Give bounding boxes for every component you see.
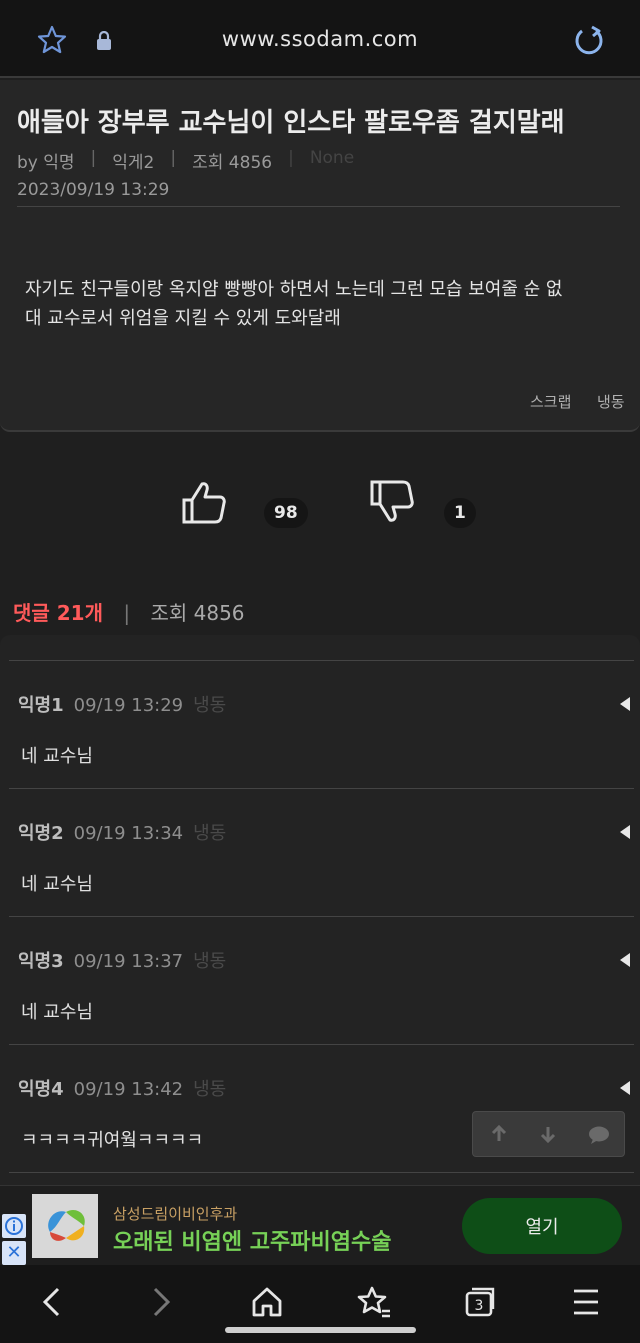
chevron-left-icon[interactable] xyxy=(620,825,630,839)
post-article: 애들아 장부루 교수님이 인스타 팔로우좀 걸지말래 by 익명 | 익게2 |… xyxy=(0,80,640,432)
post-body-line: 자기도 친구들이랑 옥지얌 빵빵아 하면서 노는데 그런 모습 보여줄 순 없 xyxy=(25,279,563,300)
comment-text: ㅋㅋㅋㅋ귀여웤ㅋㅋㅋㅋ xyxy=(21,1130,204,1151)
post-date: 2023/09/19 13:29 xyxy=(17,180,170,200)
comment-list: 익명1 09/19 13:29 냉동 네 교수님 익명2 09/19 13:34 냉동 … xyxy=(0,635,640,1185)
ad-close-icon[interactable]: ✕ xyxy=(2,1241,26,1265)
ad-headline[interactable]: 오래된 비염엔 고주파비염수술 xyxy=(113,1224,391,1256)
comment-header: 익명2 09/19 13:34 냉동 xyxy=(18,819,226,845)
post-meta: by 익명 | 익게2 | 조회 4856 | None xyxy=(17,148,354,173)
comment-nick: 익명1 xyxy=(18,695,64,716)
post-views: 조회 4856 xyxy=(192,153,273,173)
url-bar[interactable]: www.ssodam.com xyxy=(0,27,640,51)
post-body-line: 대 교수로서 위엄을 지킬 수 있게 도와달래 xyxy=(25,308,341,329)
ad-sponsor: 삼성드림이비인후과 xyxy=(113,1205,238,1223)
comment-header: 익명4 09/19 13:42 냉동 xyxy=(18,1075,226,1101)
gesture-bar[interactable] xyxy=(225,1327,416,1333)
meta-separator: | xyxy=(288,148,294,168)
reload-icon[interactable] xyxy=(572,24,606,62)
bookmarks-icon[interactable] xyxy=(356,1285,392,1323)
freeze-button[interactable]: 냉동 xyxy=(597,391,625,412)
menu-icon[interactable] xyxy=(572,1285,600,1323)
arrow-down-icon[interactable] xyxy=(538,1124,558,1148)
chevron-left-icon[interactable] xyxy=(620,953,630,967)
divider xyxy=(9,660,634,661)
tabs-icon[interactable]: 3 xyxy=(463,1285,497,1323)
comments-header: 댓글 21개 | 조회 4856 xyxy=(13,597,245,626)
divider xyxy=(9,788,634,789)
comment-time: 09/19 13:34 xyxy=(73,823,184,844)
ad-banner[interactable]: ✕ 삼성드림이비인후과 오래된 비염엔 고주파비염수술 열기 xyxy=(0,1185,640,1265)
ad-info-icon[interactable] xyxy=(2,1214,26,1238)
divider xyxy=(9,1044,634,1045)
meta-separator: | xyxy=(170,148,177,168)
comment-count: 댓글 21개 xyxy=(13,601,103,625)
comment-text: 네 교수님 xyxy=(21,1002,93,1023)
like-count: 98 xyxy=(264,498,308,528)
post-extra: None xyxy=(309,148,355,168)
comment-time: 09/19 13:37 xyxy=(73,951,184,972)
comment-header: 익명1 09/19 13:29 냉동 xyxy=(18,691,226,717)
comment-text: 네 교수님 xyxy=(21,746,93,767)
home-icon[interactable] xyxy=(250,1285,284,1323)
comment-freeze[interactable]: 냉동 xyxy=(193,695,226,716)
divider xyxy=(9,916,634,917)
comment-nick: 익명3 xyxy=(18,951,64,972)
thumbs-up-icon[interactable] xyxy=(180,478,228,530)
meta-separator: | xyxy=(90,148,97,168)
forward-icon[interactable] xyxy=(147,1285,175,1323)
post-body: 자기도 친구들이랑 옥지얌 빵빵아 하면서 노는데 그런 모습 보여줄 순 없 … xyxy=(25,275,620,333)
post-title: 애들아 장부루 교수님이 인스타 팔로우좀 걸지말래 xyxy=(17,108,565,138)
comment-time: 09/19 13:42 xyxy=(73,1079,184,1100)
post-author[interactable]: by 익명 xyxy=(17,148,75,173)
scroll-nav-box xyxy=(472,1111,625,1157)
divider xyxy=(17,206,620,207)
browser-top-bar: www.ssodam.com xyxy=(0,0,640,78)
header-separator: | xyxy=(123,601,131,625)
comment-time: 09/19 13:29 xyxy=(73,695,184,716)
thumbs-down-icon[interactable] xyxy=(368,478,416,530)
arrow-up-icon[interactable] xyxy=(489,1124,509,1148)
comment-views: 조회 4856 xyxy=(150,601,245,625)
comment-header: 익명3 09/19 13:37 냉동 xyxy=(18,947,226,973)
tab-count: 3 xyxy=(475,1298,484,1314)
scrap-button[interactable]: 스크랩 xyxy=(530,391,571,412)
comment-nick: 익명2 xyxy=(18,823,64,844)
divider xyxy=(9,1172,634,1173)
chevron-left-icon[interactable] xyxy=(620,1081,630,1095)
comment-freeze[interactable]: 냉동 xyxy=(193,951,226,972)
dislike-count: 1 xyxy=(444,498,476,528)
comment-bubble-icon[interactable] xyxy=(588,1125,610,1149)
chevron-left-icon[interactable] xyxy=(620,697,630,711)
post-board[interactable]: 익게2 xyxy=(112,148,154,173)
comment-nick: 익명4 xyxy=(18,1079,64,1100)
comment-freeze[interactable]: 냉동 xyxy=(193,823,226,844)
ad-logo xyxy=(32,1194,98,1258)
back-icon[interactable] xyxy=(38,1285,66,1323)
comment-text: 네 교수님 xyxy=(21,874,93,895)
comment-freeze[interactable]: 냉동 xyxy=(193,1079,226,1100)
ad-open-button[interactable]: 열기 xyxy=(462,1198,622,1254)
